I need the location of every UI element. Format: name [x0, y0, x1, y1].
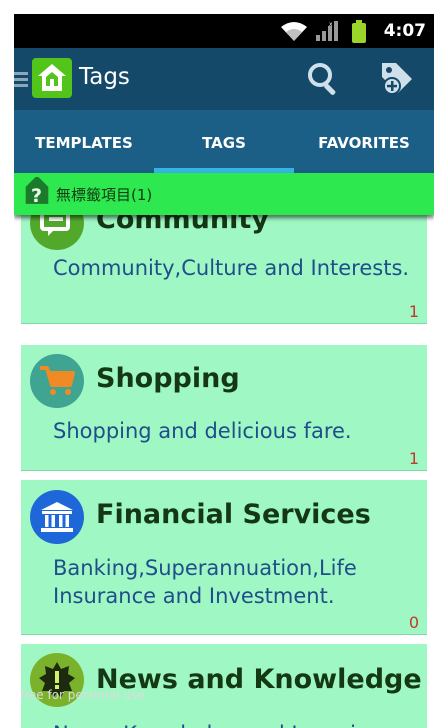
tab-label: FAVORITES [318, 133, 410, 152]
tab-templates[interactable]: TEMPLATES [14, 110, 154, 173]
untagged-label: 無標籤項目(1) [56, 185, 153, 204]
tab-tags[interactable]: TAGS [154, 110, 294, 173]
page-title: Tags [79, 64, 130, 90]
category-card-community[interactable]: Community Community,Culture and Interest… [21, 215, 427, 324]
action-bar: Tags [14, 48, 434, 110]
status-bar: x 4:07 [14, 14, 434, 48]
signal-icon: x [316, 21, 338, 41]
search-icon [308, 63, 336, 95]
battery-icon [352, 20, 366, 43]
home-tag-icon[interactable] [32, 58, 72, 98]
status-clock: 4:07 [383, 21, 426, 41]
category-description: Community,Culture and Interests. [53, 256, 410, 280]
tab-label: TEMPLATES [35, 133, 133, 152]
category-count: 0 [408, 613, 419, 632]
tab-favorites[interactable]: FAVORITES [294, 110, 434, 173]
category-description: News, Knowledge and Learning [53, 720, 415, 728]
category-card-news-and-knowledge[interactable]: News and Knowledge News, Knowledge and L… [21, 644, 427, 728]
tab-label: TAGS [202, 133, 246, 152]
question-tag-icon: ? [25, 177, 49, 207]
drawer-indicator-icon[interactable] [14, 72, 28, 88]
category-title: Financial Services [96, 499, 371, 530]
category-description: Banking,Superannuation,Life Insurance an… [53, 556, 357, 608]
category-list: Community Community,Culture and Interest… [14, 215, 434, 728]
watermark: free for personal use [20, 688, 145, 702]
category-title: Shopping [96, 363, 240, 394]
shopping-cart-icon [30, 354, 84, 408]
add-tag-button[interactable] [376, 59, 416, 99]
category-description: Shopping and delicious fare. [53, 419, 352, 443]
untagged-items-bar[interactable]: ? 無標籤項目(1) [14, 173, 434, 215]
category-count: 1 [408, 449, 419, 468]
wifi-icon [281, 22, 307, 41]
category-title: News and Knowledge [96, 664, 422, 695]
tab-bar: TEMPLATES TAGS FAVORITES [14, 110, 434, 173]
app-screen: x 4:07 Tags TEMPLATES TAGS FAVORITES ? 無… [14, 14, 434, 728]
search-button[interactable] [304, 59, 344, 99]
category-card-shopping[interactable]: Shopping Shopping and delicious fare. 1 [21, 345, 427, 471]
chat-bubble-icon [30, 215, 84, 250]
category-card-financial-services[interactable]: Financial Services Banking,Superannuatio… [21, 480, 427, 635]
add-tag-icon [382, 63, 412, 95]
category-title: Community [96, 215, 269, 235]
bank-icon [30, 490, 84, 544]
category-count: 1 [408, 302, 419, 321]
svg-text:x: x [329, 21, 333, 28]
svg-text:?: ? [31, 185, 42, 207]
